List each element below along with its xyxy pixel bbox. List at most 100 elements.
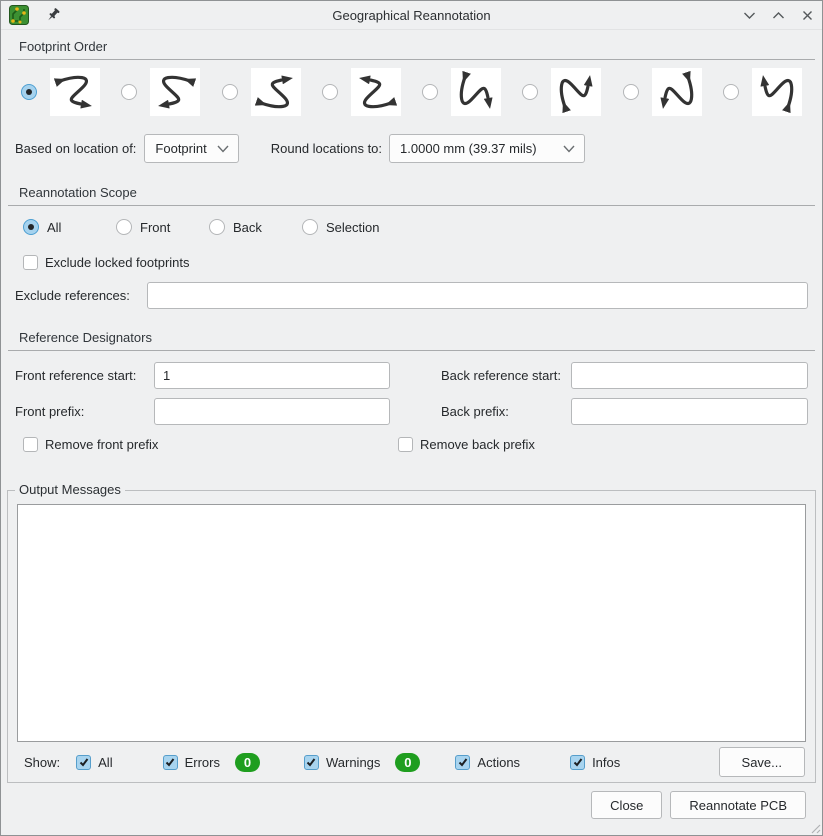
- scope-radio[interactable]: [302, 219, 318, 235]
- based-on-location-label: Based on location of:: [15, 141, 136, 156]
- filter-all-label: All: [98, 755, 112, 770]
- based-on-location-select[interactable]: Footprint: [144, 134, 238, 163]
- divider: [8, 350, 815, 351]
- scope-option-label: Front: [140, 220, 170, 235]
- order-radio[interactable]: [422, 84, 438, 100]
- order-option-vertical-btt-ltr[interactable]: [522, 68, 601, 116]
- remove-back-prefix-label: Remove back prefix: [420, 437, 535, 452]
- order-radio[interactable]: [723, 84, 739, 100]
- order-option-horizontal-rtl-btt[interactable]: [322, 68, 401, 116]
- front-reference-start-input[interactable]: [154, 362, 390, 389]
- kicad-pcbnew-icon: [9, 5, 29, 25]
- order-option-vertical-ttb-rtl[interactable]: [623, 68, 702, 116]
- remove-front-prefix-label: Remove front prefix: [45, 437, 158, 452]
- serpentine-vertical-ttb-ltr-icon: [451, 68, 501, 116]
- back-reference-start-input[interactable]: [571, 362, 808, 389]
- order-option-vertical-ttb-ltr[interactable]: [422, 68, 501, 116]
- errors-count-badge: 0: [235, 753, 260, 772]
- section-title-reference-designators: Reference Designators: [19, 330, 822, 345]
- section-title-footprint-order: Footprint Order: [19, 39, 822, 54]
- back-reference-start-label: Back reference start:: [441, 368, 571, 383]
- scope-option-front[interactable]: Front: [116, 219, 209, 235]
- check-icon: [305, 756, 317, 768]
- section-title-reannotation-scope: Reannotation Scope: [19, 185, 822, 200]
- scope-option-selection[interactable]: Selection: [302, 219, 395, 235]
- scope-option-label: Selection: [326, 220, 379, 235]
- chevron-down-icon: [217, 145, 229, 153]
- round-locations-value: 1.0000 mm (39.37 mils): [400, 141, 537, 156]
- filter-infos-group[interactable]: Infos: [570, 755, 620, 770]
- filter-all-checkbox[interactable]: [76, 755, 91, 770]
- check-icon: [572, 756, 584, 768]
- exclude-locked-checkbox[interactable]: [23, 255, 38, 270]
- front-prefix-input[interactable]: [154, 398, 390, 425]
- scope-radio[interactable]: [209, 219, 225, 235]
- filter-all-group[interactable]: All: [76, 755, 112, 770]
- order-option-vertical-btt-rtl[interactable]: [723, 68, 802, 116]
- filter-errors-label: Errors: [185, 755, 220, 770]
- reannotate-pcb-button[interactable]: Reannotate PCB: [670, 791, 806, 819]
- scope-option-all[interactable]: All: [23, 219, 116, 235]
- remove-back-prefix-group[interactable]: Remove back prefix: [398, 437, 822, 452]
- order-option-horizontal-ltr-ttb[interactable]: [21, 68, 100, 116]
- filter-warnings-label: Warnings: [326, 755, 380, 770]
- filter-warnings-group[interactable]: Warnings 0: [304, 753, 420, 772]
- scope-options: All Front Back Selection: [23, 219, 822, 235]
- order-radio[interactable]: [21, 84, 37, 100]
- scope-radio[interactable]: [23, 219, 39, 235]
- minimize-button[interactable]: [743, 9, 756, 21]
- warnings-count-badge: 0: [395, 753, 420, 772]
- remove-back-prefix-checkbox[interactable]: [398, 437, 413, 452]
- output-messages-legend: Output Messages: [15, 482, 125, 497]
- output-messages-groupbox: Output Messages Show: All Errors 0 W: [7, 490, 816, 783]
- show-label: Show:: [24, 755, 60, 770]
- order-radio[interactable]: [222, 84, 238, 100]
- check-icon: [164, 756, 176, 768]
- scope-option-back[interactable]: Back: [209, 219, 302, 235]
- order-radio[interactable]: [522, 84, 538, 100]
- exclude-locked-checkbox-group[interactable]: Exclude locked footprints: [23, 255, 822, 270]
- close-dialog-button[interactable]: Close: [591, 791, 662, 819]
- check-icon: [78, 756, 90, 768]
- remove-front-prefix-group[interactable]: Remove front prefix: [23, 437, 398, 452]
- save-button[interactable]: Save...: [719, 747, 805, 777]
- based-on-location-value: Footprint: [155, 141, 206, 156]
- order-option-horizontal-ltr-btt[interactable]: [222, 68, 301, 116]
- filter-infos-checkbox[interactable]: [570, 755, 585, 770]
- serpentine-horizontal-rtl-ttb-icon: [150, 68, 200, 116]
- filter-errors-checkbox[interactable]: [163, 755, 178, 770]
- exclude-references-input[interactable]: [147, 282, 808, 309]
- filter-actions-checkbox[interactable]: [455, 755, 470, 770]
- serpentine-horizontal-ltr-ttb-icon: [50, 68, 100, 116]
- round-locations-select[interactable]: 1.0000 mm (39.37 mils): [389, 134, 585, 163]
- order-option-horizontal-rtl-ttb[interactable]: [121, 68, 200, 116]
- filter-infos-label: Infos: [592, 755, 620, 770]
- exclude-references-label: Exclude references:: [15, 288, 147, 303]
- divider: [8, 205, 815, 206]
- filter-actions-group[interactable]: Actions: [455, 755, 520, 770]
- resize-grip[interactable]: [809, 822, 821, 834]
- filter-errors-group[interactable]: Errors 0: [163, 753, 260, 772]
- scope-option-label: Back: [233, 220, 262, 235]
- pin-icon[interactable]: [45, 7, 61, 23]
- maximize-button[interactable]: [772, 9, 785, 21]
- scope-option-label: All: [47, 220, 61, 235]
- serpentine-horizontal-rtl-btt-icon: [351, 68, 401, 116]
- back-prefix-label: Back prefix:: [441, 404, 571, 419]
- remove-front-prefix-checkbox[interactable]: [23, 437, 38, 452]
- close-button[interactable]: [801, 9, 814, 21]
- serpentine-vertical-btt-rtl-icon: [752, 68, 802, 116]
- output-messages-area[interactable]: [17, 504, 806, 742]
- round-locations-label: Round locations to:: [271, 141, 382, 156]
- order-radio[interactable]: [121, 84, 137, 100]
- title-bar[interactable]: Geographical Reannotation: [1, 1, 822, 30]
- order-radio[interactable]: [623, 84, 639, 100]
- scope-radio[interactable]: [116, 219, 132, 235]
- filter-warnings-checkbox[interactable]: [304, 755, 319, 770]
- back-prefix-input[interactable]: [571, 398, 808, 425]
- serpentine-vertical-ttb-rtl-icon: [652, 68, 702, 116]
- exclude-locked-label: Exclude locked footprints: [45, 255, 190, 270]
- window-title: Geographical Reannotation: [332, 8, 490, 23]
- serpentine-horizontal-ltr-btt-icon: [251, 68, 301, 116]
- order-radio[interactable]: [322, 84, 338, 100]
